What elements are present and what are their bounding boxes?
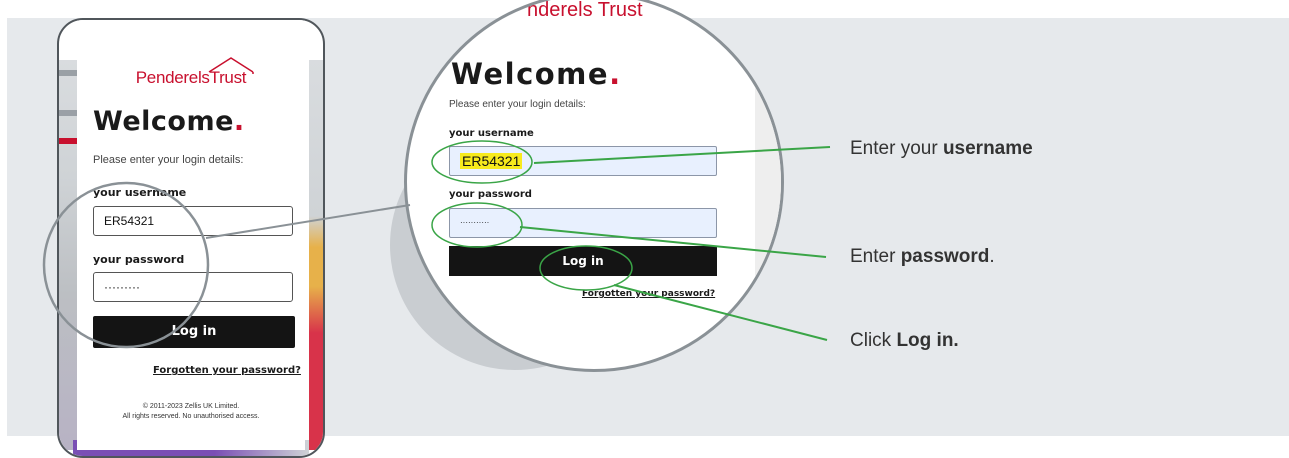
login-pointer-line	[613, 284, 828, 341]
username-pointer-line	[533, 146, 831, 164]
username-circle	[431, 140, 533, 184]
login-circle	[539, 245, 633, 291]
callout-username: Enter your username	[850, 138, 1033, 159]
annotation-overlay	[42, 140, 831, 349]
password-circle	[431, 202, 523, 248]
magnifier-connector-line	[205, 204, 411, 239]
callout-login: Click Log in.	[850, 330, 959, 351]
callout-password: Enter password.	[850, 246, 995, 267]
password-pointer-line	[519, 226, 827, 258]
phone-magnifier-circle	[42, 181, 210, 349]
